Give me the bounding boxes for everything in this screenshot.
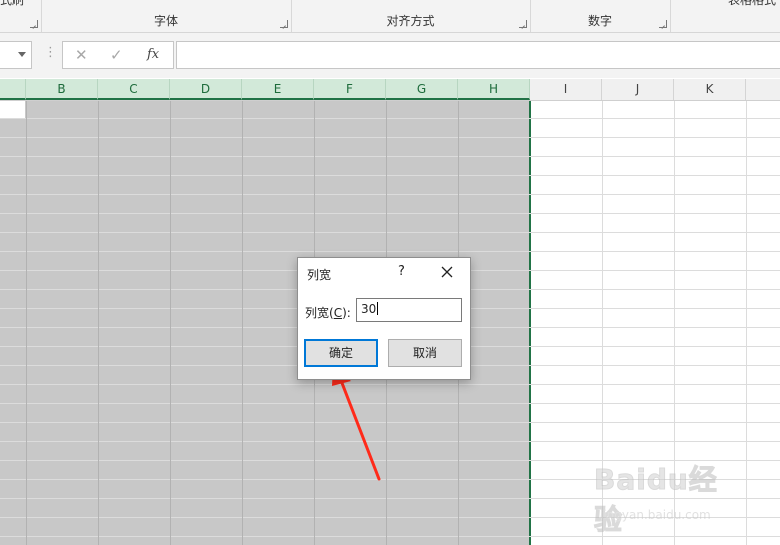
column-width-label: 列宽(C): [305, 306, 351, 320]
dialog-title: 列宽 [307, 268, 332, 282]
cancel-button[interactable]: 取消 [388, 339, 462, 367]
baidu-watermark: Baidu经验 jingyan.baidu.com [594, 458, 744, 537]
help-icon[interactable]: ? [398, 264, 405, 279]
watermark-text: Baidu经验 [594, 463, 718, 537]
column-width-input[interactable]: 30 [356, 298, 462, 322]
watermark-subtext: jingyan.baidu.com [600, 508, 711, 522]
column-width-dialog: 列宽 ? 列宽(C): 30 确定 取消 [297, 257, 471, 380]
column-width-value: 30 [361, 302, 377, 316]
close-icon[interactable] [438, 263, 456, 281]
text-caret [377, 302, 379, 315]
ok-button[interactable]: 确定 [304, 339, 378, 367]
